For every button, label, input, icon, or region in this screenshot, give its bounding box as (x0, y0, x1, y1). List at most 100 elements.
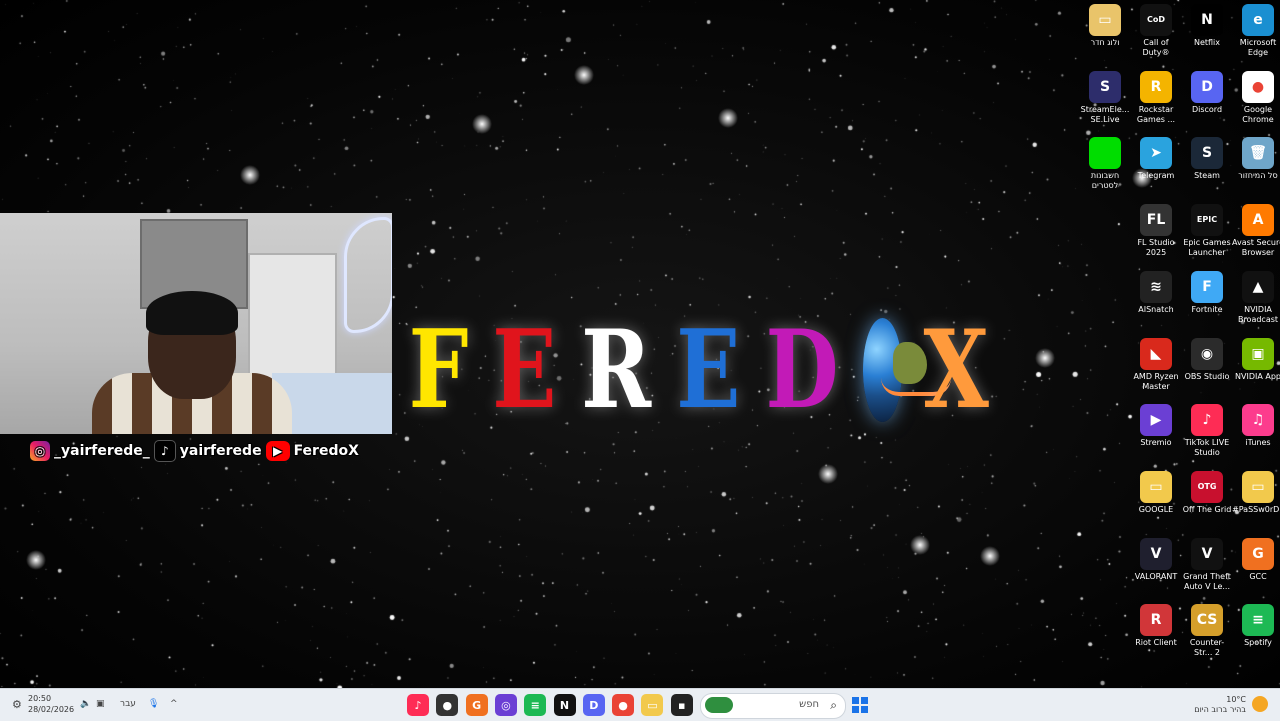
start-tile (852, 706, 859, 713)
taskbar-app-file-explorer-icon[interactable]: ▭ (641, 694, 664, 716)
title-letter-x: X (923, 307, 991, 433)
gcc-icon: G (1242, 537, 1274, 570)
nvidia-app-icon: ▣ (1242, 337, 1274, 370)
desktop-icon-itunes[interactable]: ♫ iTunes (1233, 404, 1280, 466)
desktop-icon-label: חשבונות לסטרים (1090, 171, 1120, 191)
desktop-icon-label: Stremio (1140, 438, 1172, 448)
desktop-icon-fl-studio[interactable]: FL FL Studio 2025 (1131, 204, 1181, 266)
desktop-icon-aisnatch[interactable]: ≋ AISnatch (1131, 270, 1181, 333)
desktop-icon-label: AMD Ryzen Master (1133, 371, 1179, 391)
desktop-icon-nvidia-app[interactable]: ▣ NVIDIA App (1233, 337, 1280, 400)
avast-browser-icon: A (1242, 204, 1274, 237)
desktop-icon-discord[interactable]: D Discord (1182, 70, 1232, 133)
desktop-icon-password-folder[interactable]: ▭#PaSSw0rD... (1232, 470, 1280, 533)
desktop-icon-rockstar-games[interactable]: R Rockstar Games ... (1131, 70, 1181, 133)
desktop-icon-green-shortcut[interactable]: חשבונות לסטרים (1080, 137, 1130, 199)
speaker-icon[interactable]: 🔈 (80, 699, 91, 709)
desktop-icon-google-chrome[interactable]: ● Google Chrome (1233, 70, 1280, 133)
desktop-icon-epic-games[interactable]: EPIC Epic Games Launcher (1182, 204, 1232, 266)
nvidia-broadcast-icon: ▲ (1242, 270, 1274, 303)
desktop-icon-folder-hebrew[interactable]: ▭ ולוג חדר (1080, 4, 1130, 66)
desktop-icon-gta-v[interactable]: V Grand Theft Auto V Le... (1182, 537, 1232, 600)
desktop-icon-steam[interactable]: S Steam (1182, 137, 1232, 199)
search-placeholder: חפש (799, 699, 819, 710)
youtube-handle: FeredoX (293, 443, 359, 459)
network-icon[interactable]: ▣ (96, 699, 105, 709)
taskbar-app-discord-icon[interactable]: D (582, 694, 605, 716)
recycle-bin-icon: 🗑 (1242, 137, 1274, 170)
webcam-overlay (0, 213, 392, 434)
desktop-icon-gcc[interactable]: G GCC (1233, 537, 1280, 600)
start-button[interactable] (852, 697, 868, 713)
aisnatch-icon: ≋ (1140, 270, 1172, 303)
call-of-duty-icon: CoD (1140, 4, 1172, 36)
title-letter-d: D (765, 307, 841, 433)
desktop-icon-spotify[interactable]: ≡ Spotify (1233, 604, 1280, 666)
desktop-icon-nvidia-broadcast[interactable]: ▲ NVIDIA Broadcast (1233, 270, 1280, 333)
stremio-icon: ▶ (1140, 404, 1172, 437)
settings-icon[interactable]: ⚙ (12, 698, 22, 711)
taskbar-app-recorder-icon[interactable]: ● (436, 694, 459, 716)
desktop-icon-obs-studio[interactable]: ◉ OBS Studio (1182, 337, 1232, 400)
microphone-icon[interactable]: 🎙 (148, 699, 159, 709)
valorant-icon: V (1140, 537, 1172, 570)
desktop-icon-off-the-grid[interactable]: OTG Off The Grid (1182, 470, 1232, 533)
desktop-icon-avast-browser[interactable]: A Avast Secure Browser (1232, 204, 1280, 266)
desktop-icon-riot-client[interactable]: R Riot Client (1131, 604, 1181, 666)
desktop-icon-label: Google Chrome (1242, 104, 1274, 124)
desktop-icon-tiktok-live[interactable]: ♪ TikTok LIVE Studio (1182, 404, 1232, 466)
desktop-icon-label: Steam (1194, 171, 1220, 181)
instagram-handle: _yairferede_ (54, 443, 150, 459)
taskbar-app-chrome-icon[interactable]: ● (612, 694, 635, 716)
taskbar-clock[interactable]: 20:50 28/02/2026 (28, 693, 74, 715)
desktop-icon-label: Epic Games Launcher (1183, 238, 1231, 258)
desktop-icon-stremio[interactable]: ▶ Stremio (1131, 404, 1181, 466)
desktop-icon-google-folder[interactable]: ▭ GOOGLE (1131, 470, 1181, 533)
chevron-up-icon[interactable]: ^ (170, 699, 178, 709)
taskbar-search[interactable]: חפש ⌕ (700, 693, 846, 719)
desktop-icon-label: Fortnite (1191, 304, 1223, 314)
desktop-icon-counter-strike[interactable]: CS Counter-Str... 2 (1182, 604, 1232, 666)
start-tile (852, 697, 859, 704)
wallpaper-title: F E R E D X (400, 300, 1000, 440)
taskbar-app-netflix-icon[interactable]: N (553, 694, 576, 716)
desktop-icon-streamelements[interactable]: S StreamEle... SE.Live (1080, 70, 1130, 133)
amd-ryzen-icon: ◣ (1140, 337, 1172, 370)
language-indicator[interactable]: עבר (120, 699, 136, 709)
taskbar-app-tiktok-icon[interactable]: ♪ (407, 694, 429, 716)
search-highlight-icon (705, 697, 733, 713)
desktop-icon-amd-ryzen[interactable]: ◣ AMD Ryzen Master (1131, 337, 1181, 400)
desktop-icon-call-of-duty[interactable]: CoD Call of Duty® (1131, 4, 1181, 66)
desktop-icon-label: ולוג חדר (1090, 38, 1120, 47)
taskbar-app-spotify-icon[interactable]: ≡ (524, 694, 547, 716)
taskbar-app-terminal-icon[interactable]: ▪ (670, 694, 693, 716)
steam-icon: S (1191, 137, 1223, 170)
taskbar-app-gcc-icon[interactable]: G (465, 694, 488, 716)
desktop-icon-netflix[interactable]: N Netflix (1182, 4, 1232, 66)
title-letter-e2: E (676, 307, 742, 433)
fortnite-icon: F (1191, 270, 1223, 303)
google-folder-icon: ▭ (1140, 470, 1172, 503)
fl-studio-icon: FL (1140, 204, 1172, 237)
streamelements-icon: S (1089, 70, 1121, 103)
search-icon: ⌕ (830, 698, 837, 712)
obs-studio-icon: ◉ (1191, 337, 1223, 370)
desktop-icon-label: #PaSSw0rD... (1232, 504, 1280, 514)
desktop-icon-label: Microsoft Edge (1239, 38, 1277, 57)
globe-icon (862, 318, 952, 422)
desktop-icon-label: Grand Theft Auto V Le... (1183, 571, 1231, 591)
taskbar-app-stremio-icon[interactable]: ◎ (494, 694, 517, 716)
clock-time: 20:50 (28, 694, 52, 703)
desktop-icon-label: TikTok LIVE Studio (1184, 438, 1230, 458)
desktop-icon-recycle-bin[interactable]: 🗑 סל המיחזור (1233, 137, 1280, 199)
desktop-icon-label: סל המיחזור (1238, 171, 1278, 181)
youtube-icon: ▶ (265, 441, 290, 461)
rockstar-games-icon: R (1140, 70, 1172, 103)
weather-widget[interactable]: 10°C בהיר ברוב היום (1190, 695, 1246, 715)
social-handles: ◎ _yairferede_ ♪ yairferede ▶ FeredoX (30, 440, 359, 462)
desktop-icon-fortnite[interactable]: F Fortnite (1182, 270, 1232, 333)
desktop-icon-telegram[interactable]: ➤ Telegram (1131, 137, 1181, 199)
desktop-icon-microsoft-edge[interactable]: e Microsoft Edge (1233, 4, 1280, 66)
desktop-icon-valorant[interactable]: V VALORANT (1131, 537, 1181, 600)
instagram-icon: ◎ (30, 441, 50, 461)
